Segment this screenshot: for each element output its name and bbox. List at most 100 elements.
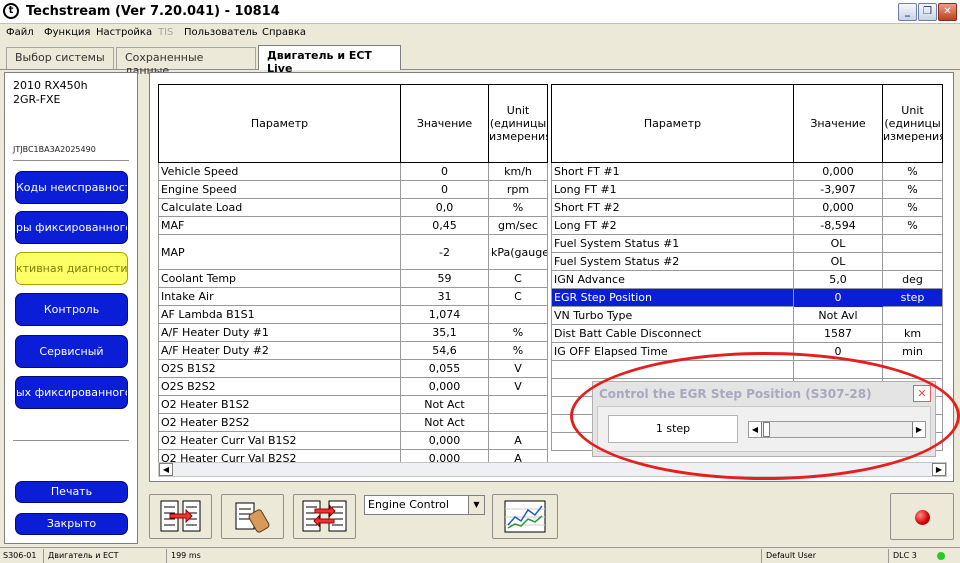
status-user: Default User — [763, 549, 889, 563]
menu-tis: TIS — [158, 27, 174, 38]
app-logo-icon: t — [3, 3, 19, 19]
value-cell: OL — [793, 252, 883, 271]
parameter-cell: O2S B2S2 — [158, 377, 401, 396]
unit-cell: C — [488, 269, 548, 288]
menu-settings[interactable]: Настройка — [96, 27, 152, 38]
parameter-cell: O2 Heater B2S2 — [158, 413, 401, 432]
table-row[interactable]: Engine Speed 0 rpm — [158, 180, 548, 199]
tab-saved-data[interactable]: Сохраненные данные — [116, 47, 256, 77]
maximize-icon: ❐ — [923, 6, 932, 17]
table-row[interactable]: Long FT #2 -8,594% — [551, 216, 943, 235]
table-row[interactable]: Long FT #1 -3,907% — [551, 180, 943, 199]
unit-cell: % — [882, 180, 943, 199]
parameter-cell: Vehicle Speed — [158, 162, 401, 181]
tab-bar: Выбор системы Сохраненные данные Двигате… — [0, 42, 960, 77]
data-list-button[interactable] — [149, 494, 212, 539]
parameter-cell: Short FT #2 — [551, 198, 794, 217]
swap-lists-button[interactable] — [293, 494, 356, 539]
close-icon: ✕ — [917, 387, 927, 400]
parameter-cell: Fuel System Status #2 — [551, 252, 794, 271]
table-row[interactable]: VN Turbo Type Not Avl — [551, 306, 943, 325]
table-row[interactable]: IGN Advance 5,0 deg — [551, 270, 943, 289]
tab-system-select[interactable]: Выбор системы — [6, 47, 114, 69]
table-row[interactable]: AF Lambda B1S1 1,074 — [158, 305, 548, 324]
menu-file[interactable]: Файл — [6, 27, 34, 38]
table-row[interactable] — [551, 360, 943, 379]
minimize-button[interactable]: _ — [898, 3, 917, 21]
status-bar: S306-01 Двигатель и ECT 199 ms Default U… — [0, 547, 960, 563]
close-panel-button[interactable]: Закрыто — [15, 513, 128, 535]
system-select[interactable]: Engine Control ▼ — [364, 495, 485, 515]
nav-monitor-button[interactable]: Контроль — [15, 293, 128, 326]
status-code: S306-01 — [0, 549, 44, 563]
menu-function[interactable]: Функция — [44, 27, 90, 38]
live-data-table-left: Параметр Значение Unit (единицы измерени… — [158, 84, 548, 468]
unit-cell: V — [488, 359, 548, 378]
arrow-left-icon: ◀ — [751, 425, 759, 434]
vehicle-engine: 2GR-FXE — [13, 93, 61, 106]
table-row[interactable]: Calculate Load 0,0% — [158, 198, 548, 217]
table-row[interactable]: Fuel System Status #1 OL — [551, 234, 943, 253]
table-row[interactable]: MAF 0,45 gm/sec — [158, 216, 548, 235]
step-value-display: 1 step — [608, 415, 738, 443]
value-cell: 0 — [793, 288, 883, 307]
graph-button[interactable] — [492, 494, 558, 539]
value-cell: OL — [793, 234, 883, 253]
slider-increase-button[interactable]: ▶ — [912, 422, 925, 437]
tab-engine-ect-live[interactable]: Двигатель и ECT Live — [258, 45, 401, 75]
value-cell: 0,000 — [793, 162, 883, 181]
column-header-value: Значение — [793, 84, 883, 163]
snapshot-button[interactable] — [221, 494, 284, 539]
scroll-left-button[interactable]: ◀ — [159, 463, 173, 476]
slider-thumb[interactable] — [763, 422, 770, 437]
table-row[interactable]: Dist Batt Cable Disconnect 1587 km — [551, 324, 943, 343]
left-panel: 2010 RX450h 2GR-FXE JTJBC1BA3A2025490 Ко… — [4, 72, 138, 544]
unit-cell: step — [882, 288, 943, 307]
table-row[interactable]: EGR Step Position 0 step — [551, 288, 943, 307]
menu-user[interactable]: Пользователь — [184, 27, 258, 38]
dialog-close-button[interactable]: ✕ — [913, 385, 931, 402]
value-cell: 0,000 — [400, 431, 489, 450]
table-row[interactable]: Fuel System Status #2 OL — [551, 252, 943, 271]
nav-service-button[interactable]: Сервисный — [15, 335, 128, 368]
unit-cell: V — [488, 377, 548, 396]
table-row[interactable]: O2 Heater Curr Val B1S2 0,000 A — [158, 431, 548, 450]
menu-help[interactable]: Справка — [262, 27, 306, 38]
parameter-cell: Dist Batt Cable Disconnect — [551, 324, 794, 343]
value-cell: 1587 — [793, 324, 883, 343]
table-row[interactable]: Short FT #1 0,000% — [551, 162, 943, 181]
scroll-right-button[interactable]: ▶ — [932, 463, 946, 476]
unit-cell: % — [488, 341, 548, 360]
egr-control-dialog: Control the EGR Step Position (S307-28) … — [592, 381, 936, 457]
nav-trouble-codes-button[interactable]: Коды неисправности — [15, 171, 128, 204]
close-button[interactable]: ✕ — [938, 3, 957, 21]
unit-cell: deg — [882, 270, 943, 289]
dropdown-arrow-icon[interactable]: ▼ — [468, 496, 484, 514]
table-row[interactable]: MAP -2 kPa(gauge) — [158, 234, 548, 270]
maximize-button[interactable]: ❐ — [918, 3, 937, 21]
nav-stored-freeze-button[interactable]: ых фиксированного — [15, 376, 128, 409]
step-slider[interactable]: ◀ ▶ — [748, 421, 926, 438]
table-row[interactable]: O2S B2S2 0,000 V — [158, 377, 548, 396]
table-row[interactable]: Coolant Temp 59 C — [158, 269, 548, 288]
table-row[interactable]: Intake Air 31 C — [158, 287, 548, 306]
nav-freeze-frame-button[interactable]: ры фиксированного — [15, 211, 128, 244]
table-row[interactable]: A/F Heater Duty #1 35,1% — [158, 323, 548, 342]
table-row[interactable]: A/F Heater Duty #2 54,6% — [158, 341, 548, 360]
parameter-cell: Short FT #1 — [551, 162, 794, 181]
table-row[interactable]: O2 Heater B2S2 Not Act — [158, 413, 548, 432]
slider-decrease-button[interactable]: ◀ — [749, 422, 762, 437]
table-row[interactable]: O2 Heater B1S2 Not Act — [158, 395, 548, 414]
column-header-unit: Unit (единицы измерения) — [488, 84, 548, 163]
table-row[interactable]: Short FT #2 0,000% — [551, 198, 943, 217]
table-row[interactable]: IG OFF Elapsed Time 0 min — [551, 342, 943, 361]
print-button[interactable]: Печать — [15, 481, 128, 503]
parameter-cell: Coolant Temp — [158, 269, 401, 288]
table-row[interactable]: Vehicle Speed 0 km/h — [158, 162, 548, 181]
record-button[interactable] — [890, 493, 954, 540]
unit-cell: % — [882, 198, 943, 217]
parameter-cell: Intake Air — [158, 287, 401, 306]
horizontal-scrollbar[interactable]: ◀ ▶ — [158, 462, 947, 477]
table-row[interactable]: O2S B1S2 0,055 V — [158, 359, 548, 378]
status-system: Двигатель и ECT — [45, 549, 167, 563]
